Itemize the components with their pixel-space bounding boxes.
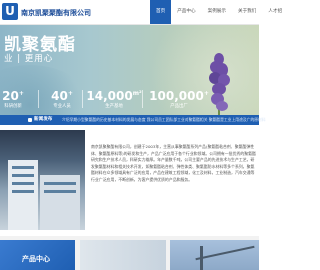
hero-banner: 凯聚氨酯 业 | 更用心 20+ 科研创新 40+ 专业人员 14,000m² … (0, 25, 259, 115)
product-image[interactable] (80, 240, 166, 270)
product-image[interactable] (170, 240, 259, 270)
building-image (0, 130, 85, 230)
nav-products[interactable]: 产品中心 (171, 0, 201, 24)
stat-staff: 40+ 专业人员 (51, 89, 73, 109)
lavender-illustration (196, 53, 244, 115)
news-bar: 新闻发布 介绍早期小型聚氨酯的历史基本材料的发展与态度 我公司员工团队部工业对聚… (0, 115, 266, 125)
stat-research: 20+ 科研创新 (2, 89, 24, 109)
banner-slogan-sub: 业 | 更用心 (4, 54, 54, 64)
product-center-title: 产品中心 (22, 255, 50, 263)
about-section: 南京凯聚聚酯有限公司，创建于2003年，主营从事聚氨酯系列产品(聚氨酯粘合剂、聚… (0, 126, 259, 236)
nav-about[interactable]: 关于我们 (232, 0, 262, 24)
about-text: 南京凯聚聚酯有限公司，创建于2003年，主营从事聚氨酯系列产品(聚氨酯粘合剂、聚… (91, 144, 256, 182)
nav-home[interactable]: 首页 (150, 0, 172, 24)
stat-base: 14,000m² 生产基地 (86, 89, 142, 109)
main-nav: 首页 产品中心 案例展示 关于我们 人才招 (150, 0, 288, 24)
site-header: U 南京凯聚聚酯有限公司 首页 产品中心 案例展示 关于我们 人才招 (0, 0, 282, 25)
company-name[interactable]: 南京凯聚聚酯有限公司 (21, 8, 91, 18)
product-center-banner[interactable]: 产品中心 (0, 240, 75, 270)
news-ticker[interactable]: 介绍早期小型聚氨酯的历史基本材料的发展与态度 我公司员工团队部工业对聚氨酯相关 … (62, 115, 266, 125)
products-section: 产品中心 (0, 236, 259, 270)
speaker-icon (28, 118, 32, 122)
nav-cases[interactable]: 案例展示 (202, 0, 232, 24)
news-label[interactable]: 新闻发布 (34, 115, 52, 125)
company-logo[interactable]: U (2, 3, 18, 20)
nav-careers[interactable]: 人才招 (262, 0, 288, 24)
